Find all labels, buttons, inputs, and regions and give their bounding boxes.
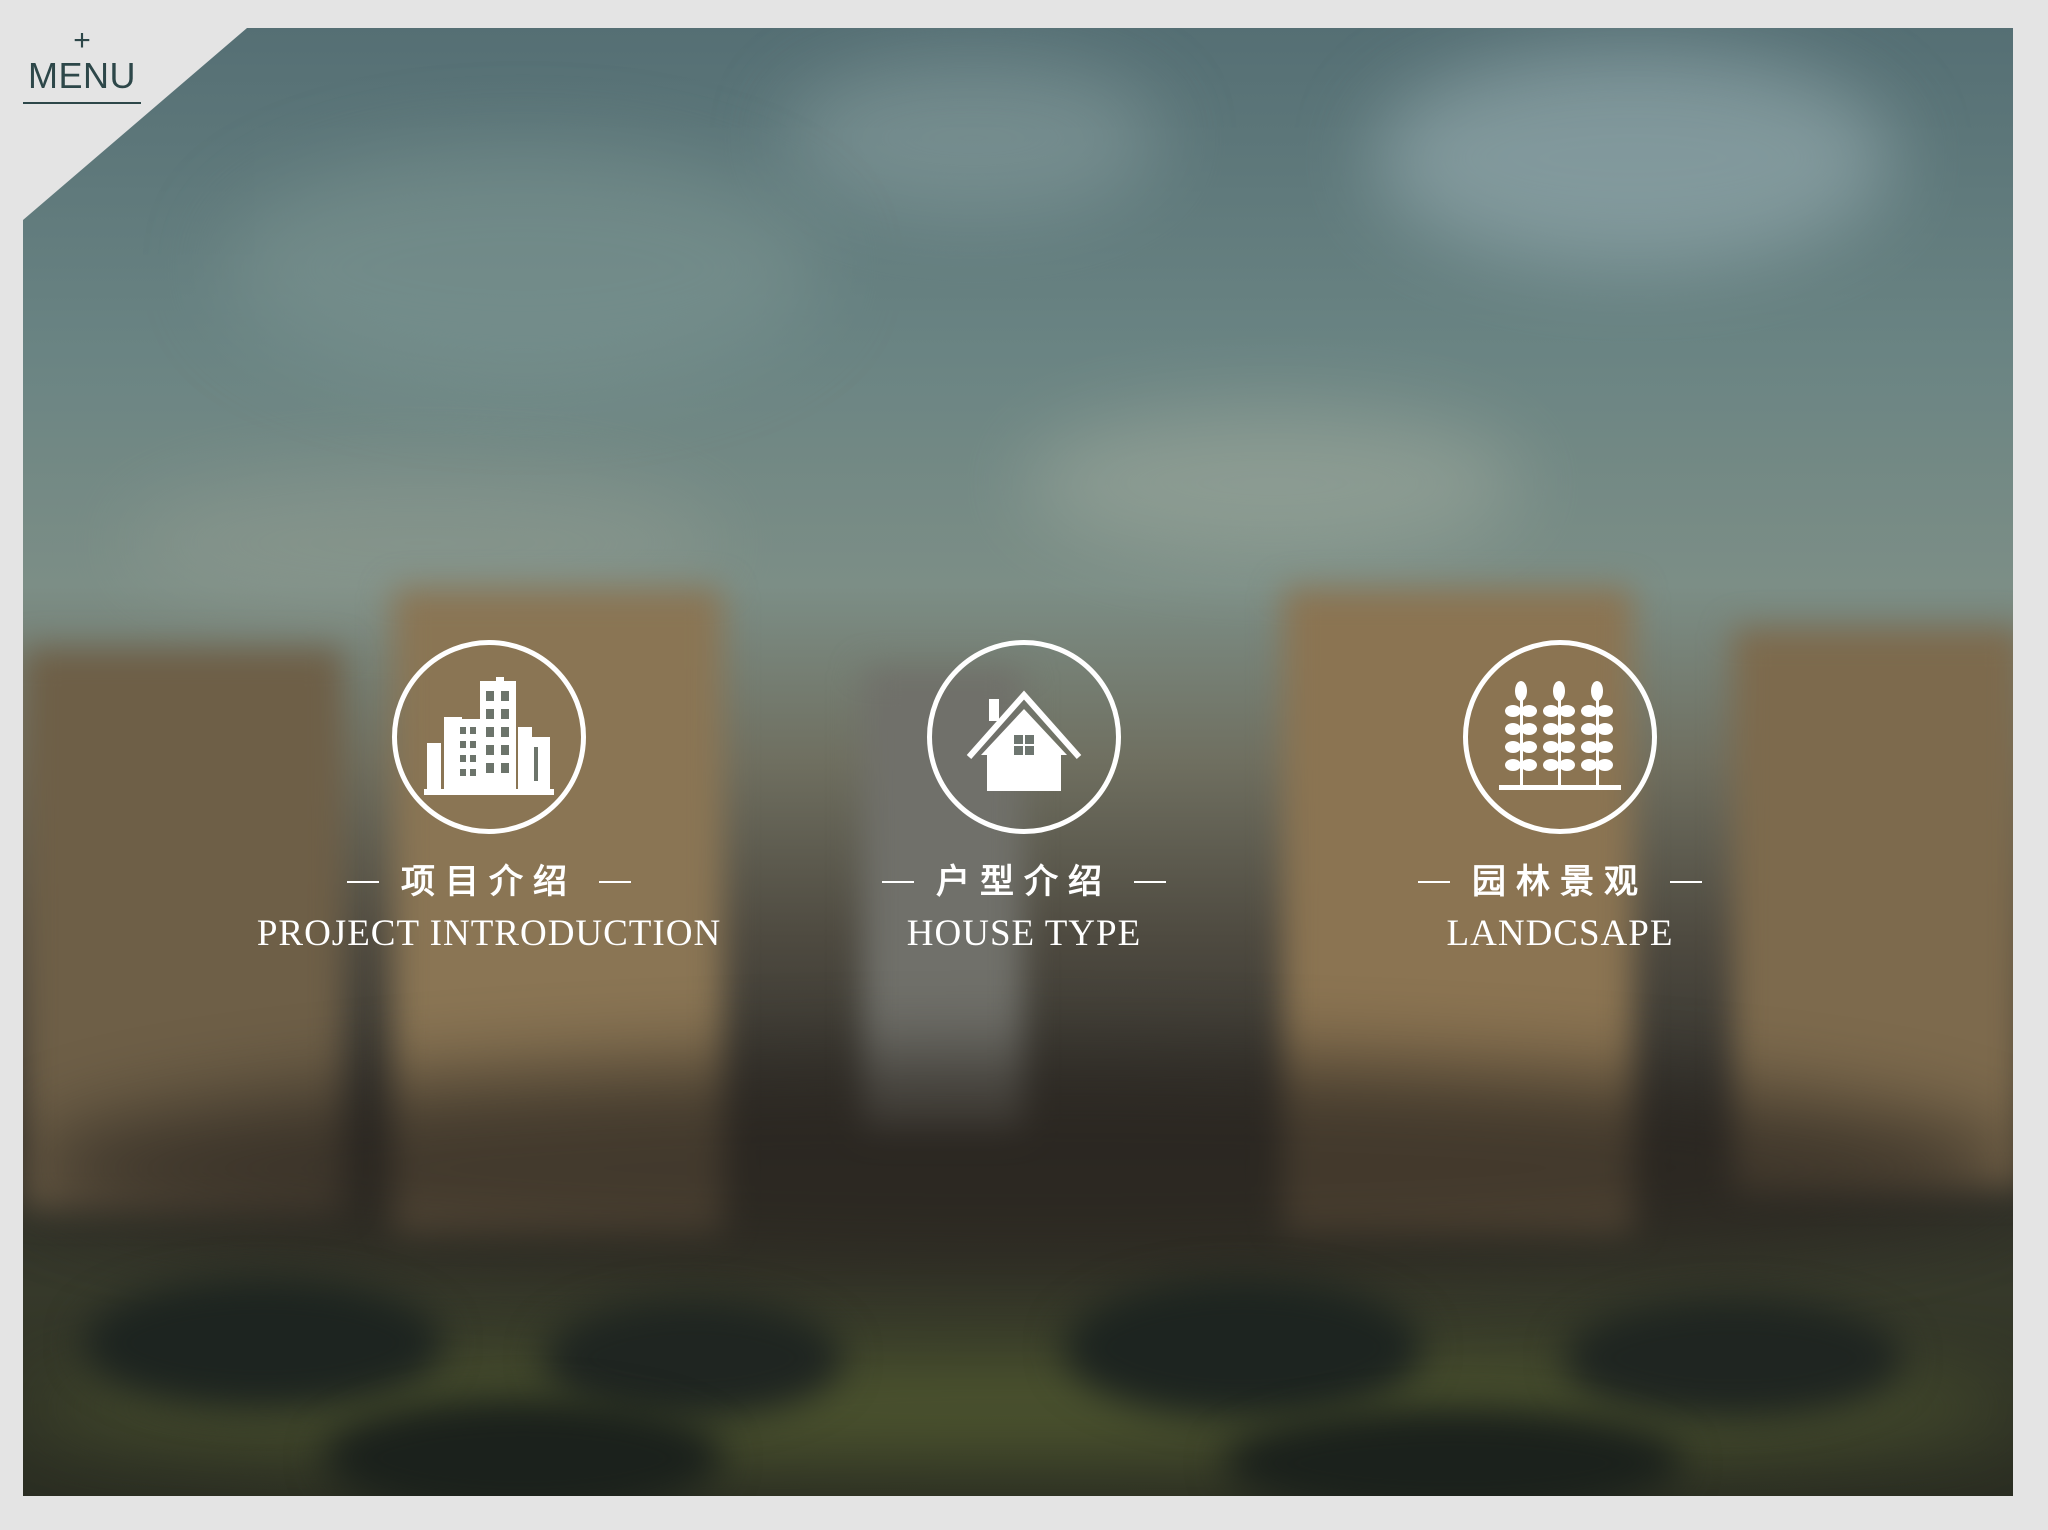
icon-circle (392, 640, 586, 834)
house-type-title-cn: 户型介绍 (936, 862, 1112, 902)
menu-label: MENU (23, 54, 141, 104)
icon-circle (1463, 640, 1657, 834)
divider-left (882, 881, 914, 883)
divider-left (347, 881, 379, 883)
trees-icon (1499, 681, 1621, 790)
icon-circle (927, 640, 1121, 834)
project-introduction-link[interactable]: 项目介绍 PROJECT INTRODUCTION (209, 640, 769, 956)
project-introduction-title-en: PROJECT INTRODUCTION (256, 913, 722, 954)
divider-left (1418, 881, 1450, 883)
plus-icon: + (73, 24, 91, 57)
city-buildings-icon (424, 677, 554, 795)
house-type-link[interactable]: 户型介绍 HOUSE TYPE (744, 640, 1304, 956)
divider-right (599, 881, 631, 883)
house-icon (966, 690, 1082, 791)
landscape-title-cn: 园林景观 (1472, 862, 1648, 902)
divider-right (1134, 881, 1166, 883)
divider-right (1670, 881, 1702, 883)
menu-button[interactable]: + MENU (23, 24, 141, 104)
project-introduction-title-cn: 项目介绍 (401, 862, 577, 902)
house-type-title-en: HOUSE TYPE (906, 913, 1142, 954)
landscape-link[interactable]: 园林景观 LANDCSAPE (1280, 640, 1840, 956)
landscape-title-en: LANDCSAPE (1446, 913, 1674, 954)
